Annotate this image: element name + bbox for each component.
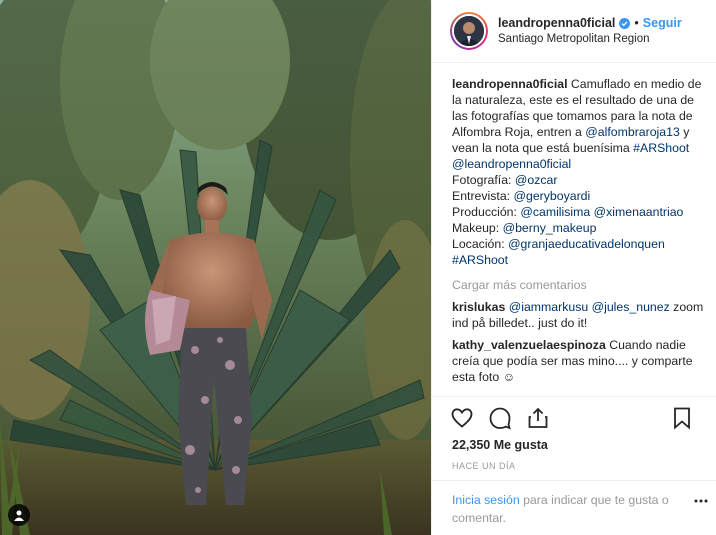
avatar[interactable] [450, 12, 488, 50]
mention-link[interactable]: @ozcar [515, 173, 558, 187]
comment-item: krislukas @iammarkusu @jules_nunez zoom … [452, 299, 706, 331]
caption-label: Locación: [452, 237, 509, 251]
caption-username[interactable]: leandropenna0ficial [452, 77, 568, 91]
follow-button[interactable]: Seguir [643, 15, 682, 31]
load-more-comments-button[interactable]: Cargar más comentarios [452, 277, 706, 293]
photo-illustration [0, 0, 431, 535]
post-side-panel: leandropenna0ficial • Seguir Santiago Me… [431, 0, 716, 535]
location-link[interactable]: Santiago Metropolitan Region [498, 31, 682, 47]
caption-label: Fotografía: [452, 173, 515, 187]
share-icon[interactable] [526, 406, 550, 430]
mention-link[interactable]: @granjaeducativadelonquen [508, 237, 665, 251]
heart-icon[interactable] [450, 406, 474, 430]
comment-username[interactable]: krislukas [452, 300, 505, 314]
mention-link[interactable]: @jules_nunez [592, 300, 670, 314]
mention-link[interactable]: @iammarkusu [509, 300, 588, 314]
like-count[interactable]: 22,350 Me gusta [432, 438, 716, 456]
caption-label: Entrevista: [452, 189, 514, 203]
mention-link[interactable]: @camilisima [520, 205, 590, 219]
bookmark-icon[interactable] [670, 406, 694, 430]
post-actions [432, 396, 716, 438]
more-dots-icon[interactable] [694, 499, 708, 503]
user-tag-icon[interactable] [8, 504, 30, 526]
caption-label: Makeup: [452, 221, 503, 235]
comment-username[interactable]: kathy_valenzuelaespinoza [452, 338, 606, 352]
comment-icon[interactable] [488, 406, 512, 430]
login-prompt: Inicia sesión para indicar que te gusta … [432, 480, 716, 535]
mention-link[interactable]: @ximenaantriao [594, 205, 684, 219]
comments-area[interactable]: leandropenna0ficial Camuflado en medio d… [432, 63, 716, 396]
caption-label: Producción: [452, 205, 521, 219]
hashtag-link[interactable]: #ARShoot [452, 253, 508, 267]
hashtag-link[interactable]: #ARShoot [633, 141, 689, 155]
separator-dot: • [634, 16, 639, 30]
verified-badge-icon [619, 17, 631, 29]
post-header: leandropenna0ficial • Seguir Santiago Me… [432, 0, 716, 63]
instagram-post: leandropenna0ficial • Seguir Santiago Me… [0, 0, 716, 535]
mention-link[interactable]: @berny_makeup [503, 221, 597, 235]
login-link[interactable]: Inicia sesión [452, 493, 520, 507]
mention-link[interactable]: @alfombraroja13 [585, 125, 680, 139]
comment-item: kathy_valenzuelaespinoza Cuando nadie cr… [452, 337, 706, 385]
username-link[interactable]: leandropenna0ficial [498, 15, 615, 31]
post-timestamp[interactable]: HACE UN DÍA [432, 461, 716, 475]
mention-link[interactable]: @geryboyardi [514, 189, 591, 203]
post-photo[interactable] [0, 0, 431, 535]
mention-link[interactable]: @leandropenna0ficial [452, 157, 571, 171]
post-caption: leandropenna0ficial Camuflado en medio d… [452, 76, 706, 268]
